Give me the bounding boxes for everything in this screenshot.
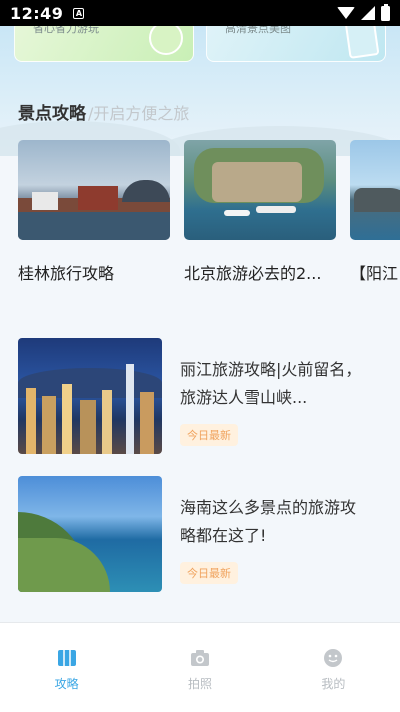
city-night-image <box>18 338 162 454</box>
map-icon <box>57 650 76 666</box>
wifi-icon <box>337 7 355 19</box>
guide-list-item[interactable]: 丽江旅游攻略|火前留名，旅游达人雪山峡... 今日最新 <box>18 338 388 454</box>
new-today-badge: 今日最新 <box>180 562 238 584</box>
app-notification-icon: A <box>73 7 85 19</box>
bottom-navigation: 攻略 拍照 我的 <box>0 622 400 712</box>
category-label: 省心省力游玩 <box>33 26 99 35</box>
status-bar: 12:49 A <box>0 0 400 26</box>
tab-label: 攻略 <box>54 677 79 691</box>
picture-icon <box>344 26 380 59</box>
battery-icon <box>381 3 390 21</box>
tab-label: 拍照 <box>187 677 212 691</box>
tab-guides[interactable]: 攻略 <box>0 623 133 712</box>
featured-guide-card[interactable]: 桂林旅行攻略 <box>18 140 170 284</box>
island-coast-image <box>18 476 162 592</box>
camera-icon <box>190 650 209 666</box>
section-header: 景点攻略 /开启方便之旅 <box>18 99 189 124</box>
guide-list-title: 丽江旅游攻略|火前留名，旅游达人雪山峡... <box>180 360 362 407</box>
featured-guide-card[interactable]: 北京旅游必去的2... <box>184 140 336 284</box>
aerial-fortress-image <box>184 140 336 240</box>
leaf-icon <box>149 26 183 55</box>
status-time: 12:49 <box>10 3 64 23</box>
user-icon <box>324 649 343 667</box>
section-subtitle: /开启方便之旅 <box>88 104 190 123</box>
rocky-coast-image <box>350 140 400 240</box>
signal-icon <box>361 6 375 20</box>
guide-list-item[interactable]: 海南这么多景点的旅游攻略都在这了! 今日最新 <box>18 476 388 592</box>
tab-profile[interactable]: 我的 <box>267 623 400 712</box>
tab-camera[interactable]: 拍照 <box>133 623 266 712</box>
category-label: 高清景点美图 <box>225 26 291 35</box>
featured-guide-title: 北京旅游必去的2... <box>184 264 322 283</box>
category-card-hd-photos[interactable]: 高清景点美图 <box>206 26 386 62</box>
hero-background: 省心省力游玩 高清景点美图 <box>0 26 400 156</box>
featured-guide-title: 【阳江 <box>350 264 399 283</box>
featured-guides-carousel[interactable]: 桂林旅行攻略 北京旅游必去的2... 【阳江 <box>0 140 400 290</box>
new-today-badge: 今日最新 <box>180 424 238 446</box>
tab-label: 我的 <box>321 677 346 691</box>
featured-guide-card[interactable]: 【阳江 <box>350 140 400 284</box>
guide-list-title: 海南这么多景点的旅游攻略都在这了! <box>180 498 357 545</box>
featured-guide-title: 桂林旅行攻略 <box>18 264 115 283</box>
status-icons <box>337 3 390 21</box>
section-title: 景点攻略 <box>18 104 86 124</box>
category-card-easy-travel[interactable]: 省心省力游玩 <box>14 26 194 62</box>
harbor-village-image <box>18 140 170 240</box>
